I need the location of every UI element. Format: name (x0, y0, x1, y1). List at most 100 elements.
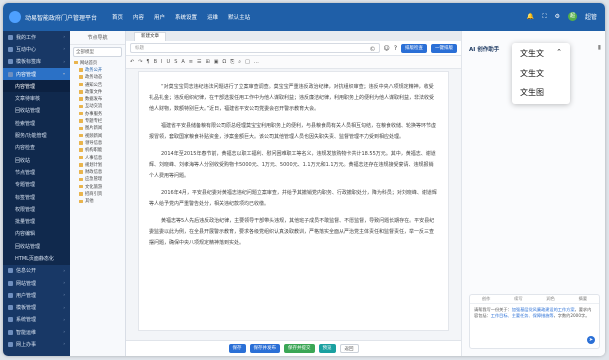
tree-node[interactable]: 其他 (74, 198, 125, 205)
tree-node[interactable]: 招商引资 (74, 190, 125, 197)
sidebar-item[interactable]: 回收站 (3, 153, 70, 167)
ai-tab[interactable]: 创作 (482, 296, 490, 302)
sidebar-item[interactable]: 节点管理 (3, 166, 70, 179)
save-publish-button[interactable]: 保存并发布 (249, 344, 280, 353)
document-body[interactable]: “对莫宝宝同志违纪违法问题进行了立案审查调查。莫宝宝严重违反政治纪律，对抗组织审… (138, 71, 449, 331)
top-menu-item[interactable]: 系统设置 (171, 13, 201, 21)
smile-icon[interactable]: ☺ (384, 45, 390, 52)
tab-new-article[interactable]: 新建文章 (134, 32, 166, 41)
user-name[interactable]: 超管 (585, 12, 597, 21)
auto-format-button[interactable]: 一键排版 (431, 43, 457, 53)
preview-button[interactable]: 预览 (318, 344, 336, 353)
sidebar-item[interactable]: 批量管理 (3, 215, 70, 228)
top-menu-item[interactable]: 运维 (203, 13, 222, 21)
ai-prompt-input[interactable]: 请帮我写一份关于：加强基层党风廉政建设的工作方案，要求内容包括：工作目标、主要任… (470, 304, 599, 322)
dropdown-option[interactable]: 文生图 (520, 87, 544, 98)
toolbar-button[interactable]: ≡ (189, 59, 193, 65)
sidebar-item[interactable]: 网站管理 › (3, 277, 70, 289)
toolbar-button[interactable]: ⊞ (205, 59, 209, 65)
top-menu-item[interactable]: 首页 (108, 13, 127, 21)
tree-node[interactable]: 办事服务 (74, 110, 125, 117)
ai-tab[interactable]: 润色 (546, 296, 554, 302)
tree-node[interactable]: 机构职能 (74, 147, 125, 154)
top-menu-item[interactable]: 用户 (150, 13, 169, 21)
prompt-slot[interactable]: 加强基层党风廉政建设的工作方案 (512, 307, 575, 312)
avatar[interactable]: 超 (567, 12, 577, 21)
copyright-icon[interactable]: © (370, 45, 376, 54)
sidebar-item[interactable]: 互动中心 › (3, 43, 70, 55)
tree-node[interactable]: 互动交流 (74, 103, 125, 110)
toolbar-button[interactable]: U (167, 59, 171, 65)
sidebar-item[interactable]: 专题管理 (3, 178, 70, 191)
sidebar-item[interactable]: 服务/功能管理 (3, 129, 70, 142)
mode-dropdown[interactable]: 文生文 ⌃ 文生文 文生图 (512, 43, 570, 104)
save-submit-button[interactable]: 保存并提交 (284, 344, 315, 353)
tree-node[interactable]: 财政信息 (74, 168, 125, 175)
ai-tab[interactable]: 摘要 (579, 296, 587, 302)
sidebar-item[interactable]: 我的工作 › (3, 31, 70, 43)
tree-node[interactable]: 网站首页 (74, 59, 125, 66)
sidebar-item[interactable]: 模板标签库 › (3, 56, 70, 68)
toolbar-button[interactable]: I (161, 59, 162, 65)
fullscreen-icon[interactable]: ⛶ (542, 13, 546, 21)
help-icon[interactable]: ? (394, 45, 397, 52)
sidebar-item[interactable]: 网上办事 › (3, 338, 70, 350)
toolbar-button[interactable]: ↷ (138, 59, 142, 65)
toolbar-button[interactable]: A (181, 59, 184, 65)
sidebar-item[interactable]: 检索管理 (3, 117, 70, 130)
tree-node[interactable]: 图片新闻 (74, 125, 125, 132)
save-button[interactable]: 保存 (228, 344, 246, 353)
toolbar-button[interactable]: S (174, 59, 177, 65)
tree-node[interactable]: 文化旅游 (74, 183, 125, 190)
toolbar-button[interactable]: … (254, 59, 259, 65)
tree-node[interactable]: 人事信息 (74, 154, 125, 161)
dropdown-selected[interactable]: 文生文 (520, 48, 544, 59)
sidebar-item[interactable]: HTML页面静态化 (3, 252, 70, 265)
chevron-up-icon[interactable]: ⌃ (556, 48, 562, 56)
tree-node[interactable]: 数据发布 (74, 95, 125, 102)
sidebar-item[interactable]: 系统管理 › (3, 314, 70, 326)
sidebar-item[interactable]: 内容编辑 (3, 227, 70, 241)
site-switch[interactable]: 默认主站 (224, 13, 254, 21)
title-input[interactable]: 标题 © (130, 43, 380, 53)
tree-node[interactable]: 专题专栏 (74, 117, 125, 124)
sidebar-item[interactable]: 回收站管理 (3, 240, 70, 253)
tree-node[interactable]: 政策文件 (74, 88, 125, 95)
sidebar-item[interactable]: 智能运维 › (3, 326, 70, 338)
toolbar-button[interactable]: ☰ (197, 59, 201, 65)
sidebar-item[interactable]: 回收站管理 (3, 104, 70, 118)
tree-node[interactable]: 领导信息 (74, 139, 125, 146)
model-select[interactable]: 全部模型 (73, 47, 122, 57)
layout-check-button[interactable]: 排版检查 (401, 43, 427, 53)
sidebar-item[interactable]: 内容检查 (3, 141, 70, 154)
sidebar-item[interactable]: 信息公开 › (3, 265, 70, 277)
top-menu-item[interactable]: 内容 (129, 13, 148, 21)
tree-node[interactable]: 应急管理 (74, 176, 125, 183)
bell-icon[interactable]: 🔔 (527, 13, 534, 20)
tree-node[interactable]: 规划计划 (74, 161, 125, 168)
tree-node[interactable]: 视频新闻 (74, 132, 125, 139)
toolbar-button[interactable]: ¶ (146, 59, 149, 65)
sidebar-item[interactable]: 用户管理 › (3, 289, 70, 301)
toolbar-button[interactable]: B (154, 59, 157, 65)
toolbar-button[interactable]: □ (245, 59, 250, 65)
sidebar-item[interactable]: 内容管理 (3, 80, 70, 93)
sidebar-item[interactable]: 标签管理 (3, 190, 70, 204)
send-icon[interactable]: ➤ (587, 336, 595, 344)
back-button[interactable]: 返回 (339, 344, 359, 353)
sidebar-item[interactable]: 模板管理 › (3, 302, 70, 314)
tree-node[interactable]: 政务公开 (74, 66, 125, 73)
settings-icon[interactable]: ⚙ (555, 13, 560, 20)
ai-tab[interactable]: 续写 (514, 296, 522, 302)
tree-node[interactable]: 通知公告 (74, 81, 125, 88)
toolbar-button[interactable]: Ω (222, 59, 226, 65)
toolbar-button[interactable]: ▣ (214, 59, 219, 65)
collapse-icon[interactable]: ▮ (598, 44, 601, 51)
prompt-slot[interactable]: 工作目标、主要任务、保障措施等 (491, 313, 554, 318)
sidebar-item[interactable]: 内容管理 ▾ (3, 67, 70, 81)
toolbar-button[interactable]: ⎘ (230, 59, 234, 65)
sidebar-item[interactable]: 权限管理 (3, 203, 70, 216)
toolbar-button[interactable]: ⌕ (238, 59, 241, 65)
tree-node[interactable]: 政务动态 (74, 74, 125, 81)
dropdown-option[interactable]: 文生文 (520, 68, 544, 79)
